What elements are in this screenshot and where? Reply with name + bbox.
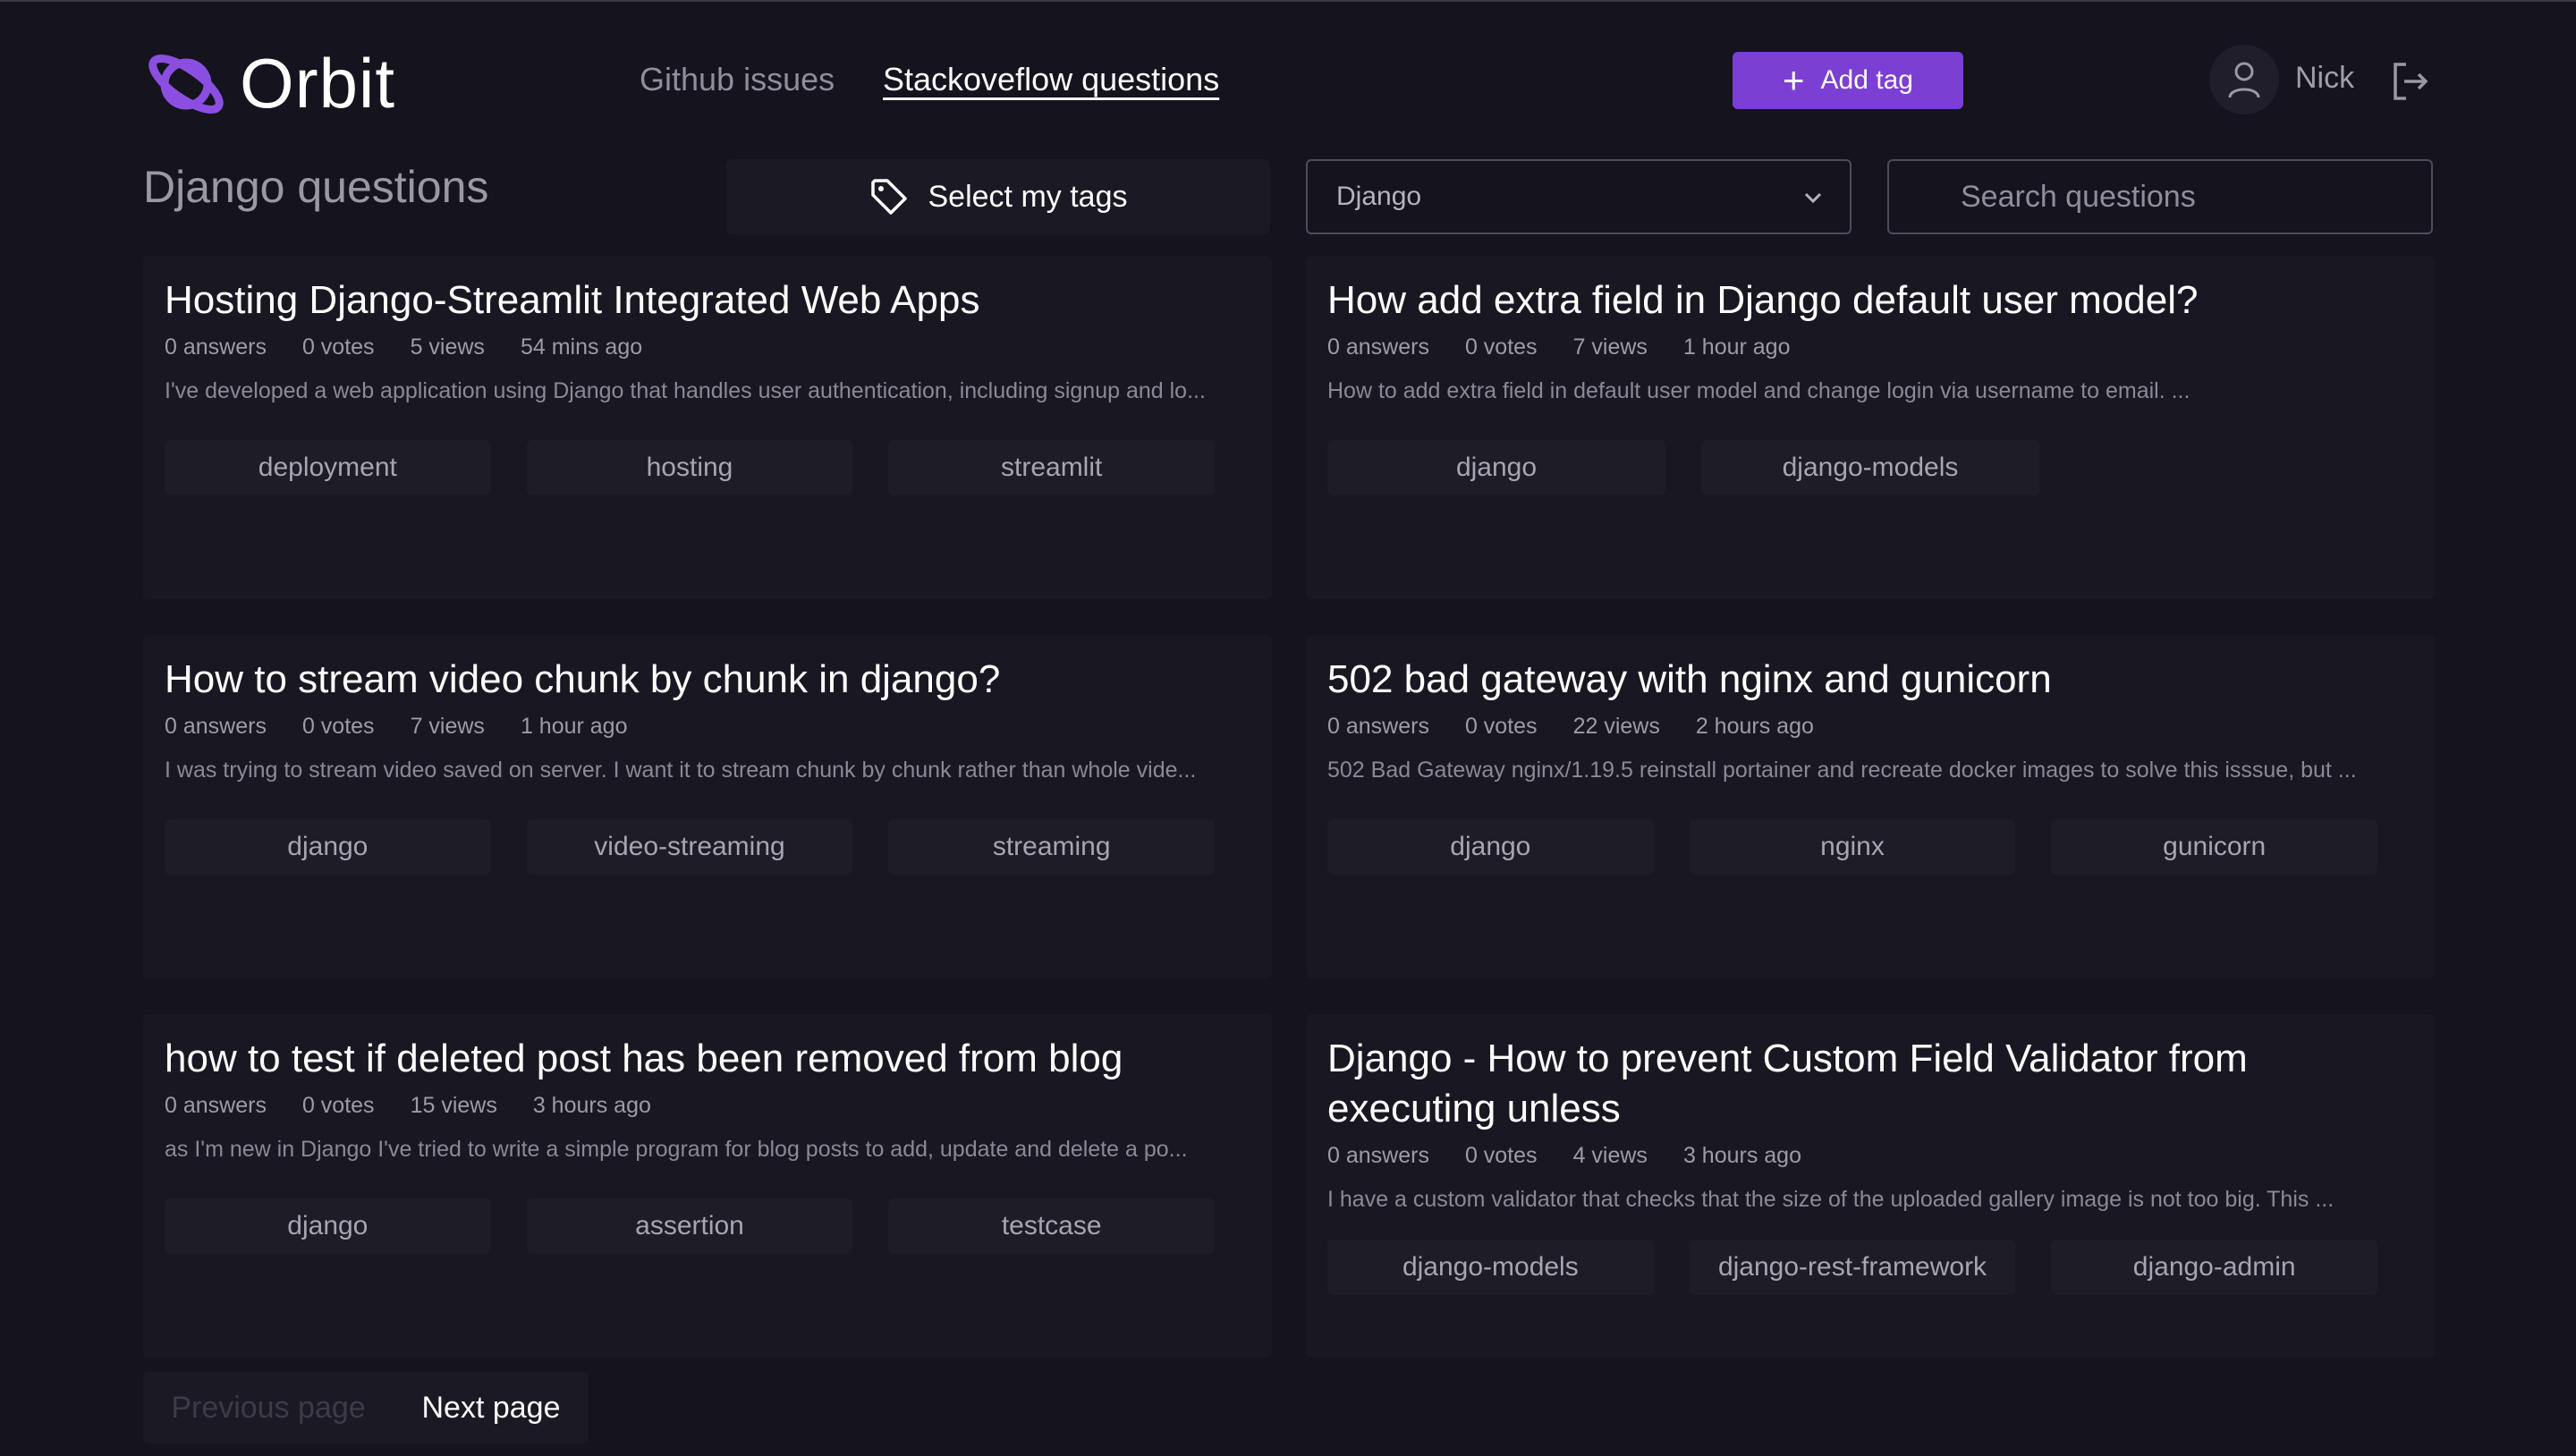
votes-count: 0 votes bbox=[301, 1093, 375, 1118]
tag-chip[interactable]: gunicorn bbox=[2051, 819, 2378, 875]
question-tags: deployment hosting streamlit bbox=[165, 440, 1250, 495]
votes-count: 0 votes bbox=[1464, 334, 1538, 360]
answers-count: 0 answers bbox=[165, 1093, 267, 1118]
posted-time: 3 hours ago bbox=[532, 1093, 651, 1118]
answers-count: 0 answers bbox=[165, 334, 267, 360]
question-excerpt: I've developed a web application using D… bbox=[165, 378, 1206, 403]
tag-chip[interactable]: django bbox=[165, 819, 491, 875]
question-excerpt: as I'm new in Django I've tried to write… bbox=[165, 1137, 1188, 1162]
question-meta: 0 answers 0 votes 7 views 1 hour ago bbox=[1327, 334, 2413, 360]
tag-chip[interactable]: django-models bbox=[1701, 440, 2039, 495]
tag-chip[interactable]: streaming bbox=[888, 819, 1216, 875]
question-card[interactable]: how to test if deleted post has been rem… bbox=[143, 1014, 1272, 1358]
tag-chip[interactable]: video-streaming bbox=[526, 819, 853, 875]
tag-chip[interactable]: django bbox=[1327, 819, 1654, 875]
top-bar: Orbit Github issues Stackoveflow questio… bbox=[0, 0, 2576, 161]
views-count: 4 views bbox=[1572, 1143, 1648, 1168]
nav-github-issues[interactable]: Github issues bbox=[640, 61, 835, 98]
tag-icon bbox=[870, 179, 907, 215]
answers-count: 0 answers bbox=[1327, 334, 1429, 360]
votes-count: 0 votes bbox=[301, 334, 375, 360]
question-meta: 0 answers 0 votes 15 views 3 hours ago bbox=[165, 1093, 1250, 1119]
select-my-tags-label: Select my tags bbox=[928, 179, 1128, 214]
question-tags: django assertion testcase bbox=[165, 1198, 1250, 1254]
question-tags: django django-models bbox=[1327, 440, 2413, 495]
question-tags: django-models django-rest-framework djan… bbox=[1327, 1240, 2413, 1295]
search-input[interactable] bbox=[1887, 159, 2433, 234]
planet-logo-icon bbox=[148, 54, 224, 114]
page-title: Django questions bbox=[143, 162, 489, 212]
question-excerpt: How to add extra field in default user m… bbox=[1327, 378, 2190, 403]
views-count: 22 views bbox=[1572, 714, 1660, 739]
posted-time: 3 hours ago bbox=[1682, 1143, 1801, 1168]
posted-time: 1 hour ago bbox=[520, 714, 628, 739]
select-my-tags-button[interactable]: Select my tags bbox=[726, 159, 1270, 234]
votes-count: 0 votes bbox=[1464, 1143, 1538, 1168]
question-excerpt: 502 Bad Gateway nginx/1.19.5 reinstall p… bbox=[1327, 758, 2357, 783]
user-icon bbox=[2228, 62, 2260, 98]
answers-count: 0 answers bbox=[165, 714, 267, 739]
logo[interactable]: Orbit bbox=[143, 43, 395, 124]
question-tags: django video-streaming streaming bbox=[165, 819, 1250, 875]
user-name: Nick bbox=[2295, 61, 2355, 95]
tag-chip[interactable]: assertion bbox=[526, 1198, 853, 1254]
tag-select-value: Django bbox=[1336, 182, 1422, 211]
tag-chip[interactable]: django bbox=[1327, 440, 1665, 495]
answers-count: 0 answers bbox=[1327, 1143, 1429, 1168]
question-card[interactable]: 502 bad gateway with nginx and gunicorn … bbox=[1306, 635, 2435, 978]
pagination: Previous page Next page bbox=[143, 1372, 589, 1443]
question-card[interactable]: Django - How to prevent Custom Field Val… bbox=[1306, 1014, 2435, 1358]
tag-chip[interactable]: django-models bbox=[1327, 1240, 1654, 1295]
tag-chip[interactable]: django-rest-framework bbox=[1689, 1240, 2016, 1295]
answers-count: 0 answers bbox=[1327, 714, 1429, 739]
question-card[interactable]: How add extra field in Django default us… bbox=[1306, 256, 2435, 599]
nav-stackoverflow-questions[interactable]: Stackoveflow questions bbox=[883, 61, 1219, 98]
question-title[interactable]: how to test if deleted post has been rem… bbox=[165, 1034, 1250, 1084]
question-card[interactable]: How to stream video chunk by chunk in dj… bbox=[143, 635, 1272, 978]
posted-time: 1 hour ago bbox=[1682, 334, 1791, 360]
question-card[interactable]: Hosting Django-Streamlit Integrated Web … bbox=[143, 256, 1272, 599]
question-meta: 0 answers 0 votes 5 views 54 mins ago bbox=[165, 334, 1250, 360]
tag-select[interactable]: Django bbox=[1306, 159, 1852, 234]
question-title[interactable]: Django - How to prevent Custom Field Val… bbox=[1327, 1034, 2413, 1134]
views-count: 7 views bbox=[410, 714, 485, 739]
previous-page-button[interactable]: Previous page bbox=[143, 1372, 394, 1443]
question-meta: 0 answers 0 votes 22 views 2 hours ago bbox=[1327, 714, 2413, 740]
add-tag-button[interactable]: + Add tag bbox=[1733, 52, 1963, 109]
views-count: 15 views bbox=[410, 1093, 497, 1118]
question-excerpt: I have a custom validator that checks th… bbox=[1327, 1187, 2334, 1212]
question-title[interactable]: How to stream video chunk by chunk in dj… bbox=[165, 655, 1250, 705]
question-tags: django nginx gunicorn bbox=[1327, 819, 2413, 875]
views-count: 7 views bbox=[1572, 334, 1648, 360]
question-excerpt: I was trying to stream video saved on se… bbox=[165, 758, 1197, 783]
votes-count: 0 votes bbox=[1464, 714, 1538, 739]
question-title[interactable]: Hosting Django-Streamlit Integrated Web … bbox=[165, 275, 1250, 326]
posted-time: 54 mins ago bbox=[520, 334, 643, 360]
tag-chip[interactable]: nginx bbox=[1689, 819, 2016, 875]
question-meta: 0 answers 0 votes 7 views 1 hour ago bbox=[165, 714, 1250, 740]
tag-chip[interactable]: deployment bbox=[165, 440, 491, 495]
tag-chip[interactable]: django-admin bbox=[2051, 1240, 2378, 1295]
tag-chip[interactable]: testcase bbox=[888, 1198, 1216, 1254]
tag-chip[interactable]: streamlit bbox=[888, 440, 1216, 495]
tag-chip[interactable]: hosting bbox=[526, 440, 853, 495]
question-title[interactable]: How add extra field in Django default us… bbox=[1327, 275, 2413, 326]
views-count: 5 views bbox=[410, 334, 485, 360]
logout-icon[interactable] bbox=[2390, 61, 2431, 102]
add-tag-label: Add tag bbox=[1820, 65, 1913, 95]
question-title[interactable]: 502 bad gateway with nginx and gunicorn bbox=[1327, 655, 2413, 705]
next-page-button[interactable]: Next page bbox=[394, 1372, 589, 1443]
question-meta: 0 answers 0 votes 4 views 3 hours ago bbox=[1327, 1143, 2413, 1169]
chevron-down-icon bbox=[1804, 192, 1822, 204]
votes-count: 0 votes bbox=[301, 714, 375, 739]
plus-icon: + bbox=[1783, 59, 1805, 101]
posted-time: 2 hours ago bbox=[1695, 714, 1814, 739]
avatar[interactable] bbox=[2209, 45, 2279, 114]
tag-chip[interactable]: django bbox=[165, 1198, 491, 1254]
brand-name: Orbit bbox=[240, 44, 396, 123]
